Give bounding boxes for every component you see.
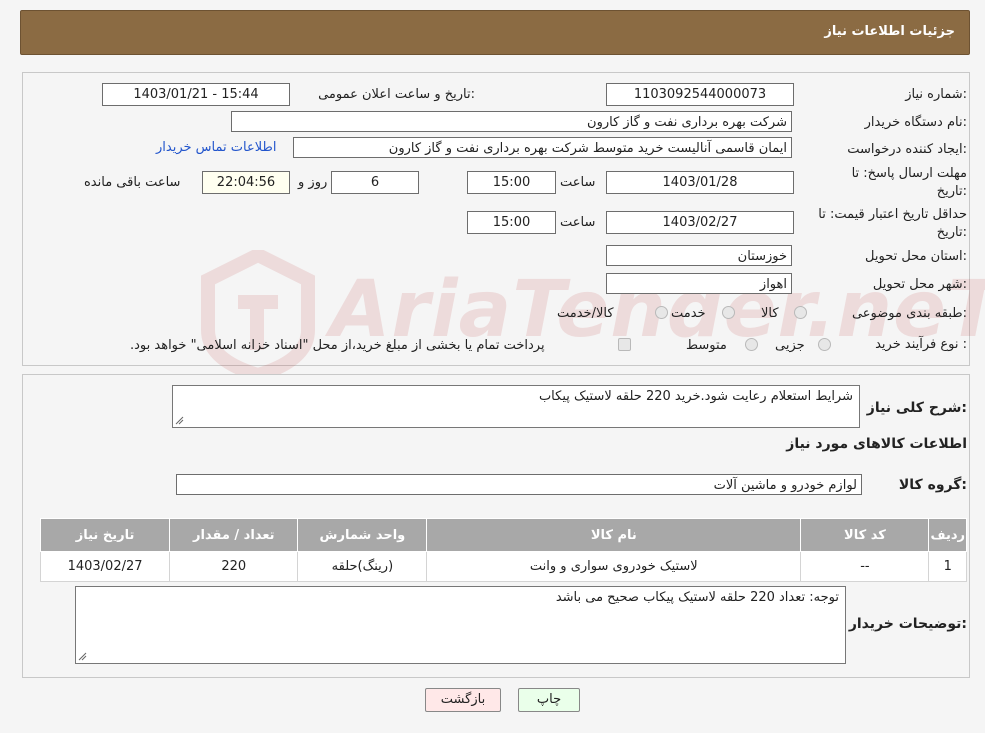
buyer-notes-textarea[interactable]: توجه: تعداد 220 حلقه لاستیک پیکاب صحیح م… <box>75 586 846 664</box>
items-table-header: ردیف کد کالا نام کالا واحد شمارش تعداد /… <box>39 518 967 552</box>
col-date: تاریخ نیاز <box>39 518 171 552</box>
remaining-time-label: ساعت باقی مانده <box>84 175 181 190</box>
buyer-org-field: شرکت بهره برداری نفت و گاز کارون <box>231 111 792 132</box>
buyer-notes-text: توجه: تعداد 220 حلقه لاستیک پیکاب صحیح م… <box>555 590 839 605</box>
province-field: خوزستان <box>606 245 792 266</box>
deadline-date-field: 1403/01/28 <box>606 171 794 194</box>
summary-textarea[interactable]: شرایط استعلام رعایت شود.خرید 220 حلقه لا… <box>172 385 860 428</box>
cell-date: 1403/02/27 <box>39 551 171 582</box>
need-number-field: 1103092544000073 <box>606 83 794 106</box>
col-name: نام کالا <box>426 518 802 552</box>
process-radio-minor[interactable] <box>818 338 831 351</box>
city-field: اهواز <box>606 273 792 294</box>
resize-grip-icon[interactable] <box>78 652 87 661</box>
summary-text: شرایط استعلام رعایت شود.خرید 220 حلقه لا… <box>538 389 853 404</box>
category-radio-service[interactable] <box>722 306 735 319</box>
days-label: روز و <box>298 175 328 190</box>
validity-label-date: تاریخ: <box>936 225 967 240</box>
cell-code: -- <box>800 551 930 582</box>
category-label: طبقه بندی موضوعی: <box>851 306 967 321</box>
category-option-service: خدمت <box>671 306 706 321</box>
items-table: ردیف کد کالا نام کالا واحد شمارش تعداد /… <box>39 518 967 582</box>
col-row: ردیف <box>928 518 967 552</box>
buyer-contact-link[interactable]: اطلاعات تماس خریدار <box>156 140 276 155</box>
category-option-goods: کالا <box>761 306 779 321</box>
validity-time-label: ساعت <box>560 215 596 230</box>
page-header: جزئیات اطلاعات نیاز <box>20 10 970 55</box>
days-remaining-field: 6 <box>331 171 419 194</box>
buyer-notes-label: توضیحات خریدار: <box>848 616 967 632</box>
process-option-minor: جزیی <box>775 338 805 353</box>
deadline-label: مهلت ارسال پاسخ: تا <box>851 166 967 181</box>
cell-unit: (رینگ)حلقه <box>297 551 428 582</box>
need-number-label: شماره نیاز: <box>905 87 967 102</box>
cell-row: 1 <box>928 551 967 582</box>
validity-label: حداقل تاریخ اعتبار قیمت: تا <box>818 207 967 222</box>
category-radio-goods-service[interactable] <box>655 306 668 319</box>
process-radio-medium[interactable] <box>745 338 758 351</box>
category-option-goods-service: کالا/خدمت <box>557 306 614 321</box>
page-title: جزئیات اطلاعات نیاز <box>824 24 955 39</box>
process-option-medium: متوسط <box>686 338 727 353</box>
cell-qty: 220 <box>169 551 299 582</box>
items-section-title: اطلاعات کالاهای مورد نیاز <box>786 436 967 452</box>
city-label: شهر محل تحویل: <box>872 277 967 292</box>
process-label: نوع فرآیند خرید : <box>875 337 967 352</box>
process-note-checkbox[interactable] <box>618 338 631 351</box>
group-label: گروه کالا: <box>898 477 967 493</box>
creator-label: ایجاد کننده درخواست: <box>847 142 967 157</box>
back-button[interactable]: بازگشت <box>425 688 501 712</box>
deadline-time-label: ساعت <box>560 175 596 190</box>
col-code: کد کالا <box>800 518 930 552</box>
col-unit: واحد شمارش <box>297 518 428 552</box>
process-note-text: پرداخت تمام یا بخشی از مبلغ خرید،از محل … <box>130 338 545 353</box>
group-field: لوازم خودرو و ماشین آلات <box>176 474 862 495</box>
deadline-time-field: 15:00 <box>467 171 556 194</box>
creator-field: ایمان قاسمی آنالیست خرید متوسط شرکت بهره… <box>293 137 792 158</box>
resize-grip-icon[interactable] <box>175 416 184 425</box>
watermark-emblem-icon <box>201 250 315 380</box>
deadline-label-date: تاریخ: <box>936 184 967 199</box>
announce-label: تاریخ و ساعت اعلان عمومی: <box>318 87 475 102</box>
province-label: استان محل تحویل: <box>865 249 967 264</box>
validity-time-field: 15:00 <box>467 211 556 234</box>
cell-name: لاستیک خودروی سواری و وانت <box>426 551 802 582</box>
summary-label: شرح کلی نیاز: <box>866 400 967 416</box>
remaining-time-field: 22:04:56 <box>202 171 290 194</box>
col-qty: تعداد / مقدار <box>169 518 299 552</box>
validity-date-field: 1403/02/27 <box>606 211 794 234</box>
category-radio-goods[interactable] <box>794 306 807 319</box>
buyer-org-label: نام دستگاه خریدار: <box>864 115 967 130</box>
print-button[interactable]: چاپ <box>518 688 580 712</box>
announce-datetime-field: 1403/01/21 - 15:44 <box>102 83 290 106</box>
table-row: 1 -- لاستیک خودروی سواری و وانت (رینگ)حل… <box>39 551 967 582</box>
